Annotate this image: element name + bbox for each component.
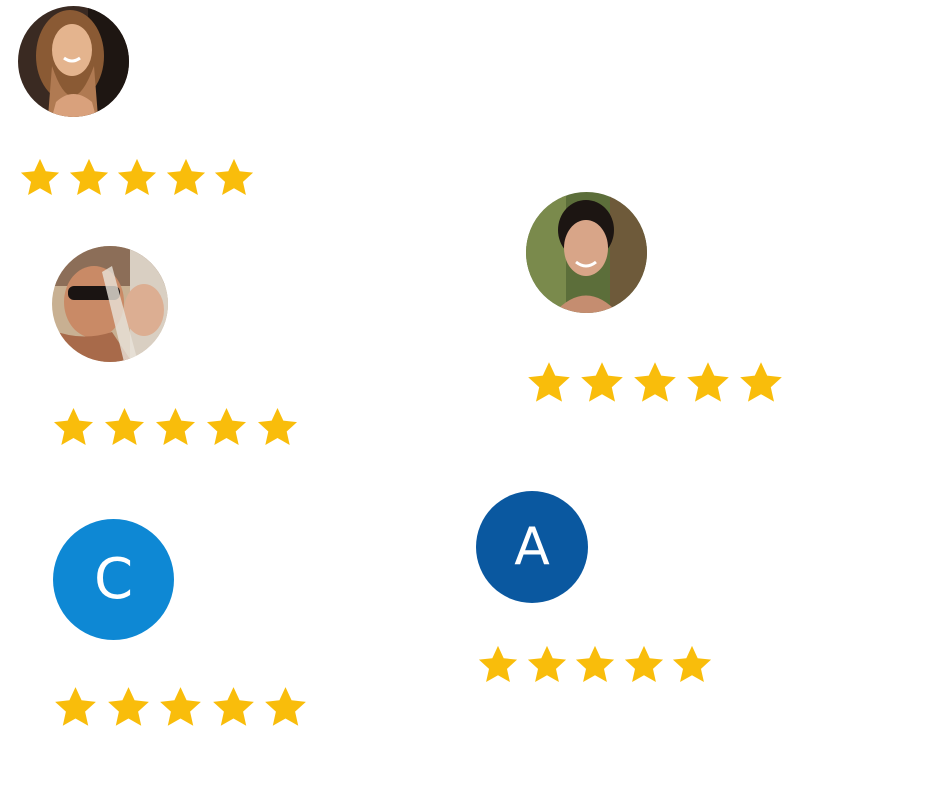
- avatar: [52, 246, 168, 362]
- star-icon: [672, 645, 712, 683]
- star-icon: [581, 362, 623, 402]
- star-icon: [156, 408, 195, 445]
- avatar-initial: A: [476, 491, 588, 603]
- star-icon: [634, 362, 676, 402]
- star-icon: [687, 362, 729, 402]
- star-rating: [51, 405, 306, 450]
- star-icon: [258, 408, 297, 445]
- avatar: [18, 6, 129, 117]
- star-icon: [20, 158, 60, 196]
- avatar-initial-letter: A: [514, 517, 550, 577]
- star-icon: [214, 158, 254, 196]
- star-icon: [166, 158, 205, 196]
- star-icon: [624, 645, 663, 683]
- avatar-initial-letter: C: [93, 546, 134, 612]
- star-icon: [117, 158, 157, 196]
- star-icon: [212, 687, 254, 726]
- star-icon: [265, 687, 306, 726]
- star-icon: [105, 408, 144, 445]
- star-rating: [476, 643, 719, 687]
- star-icon: [55, 687, 96, 726]
- star-rating: [18, 156, 261, 200]
- star-icon: [107, 687, 149, 726]
- star-icon: [54, 408, 93, 445]
- avatar: [526, 192, 647, 313]
- star-icon: [478, 645, 518, 683]
- avatar-initial: C: [53, 519, 174, 640]
- star-icon: [740, 362, 782, 402]
- star-icon: [207, 408, 246, 445]
- star-rating: [525, 359, 790, 407]
- star-icon: [575, 645, 615, 683]
- reviews-canvas: C A: [0, 0, 940, 788]
- star-icon: [160, 687, 201, 726]
- star-icon: [527, 645, 566, 683]
- star-icon: [69, 158, 108, 196]
- star-rating: [52, 684, 315, 731]
- star-icon: [528, 362, 570, 402]
